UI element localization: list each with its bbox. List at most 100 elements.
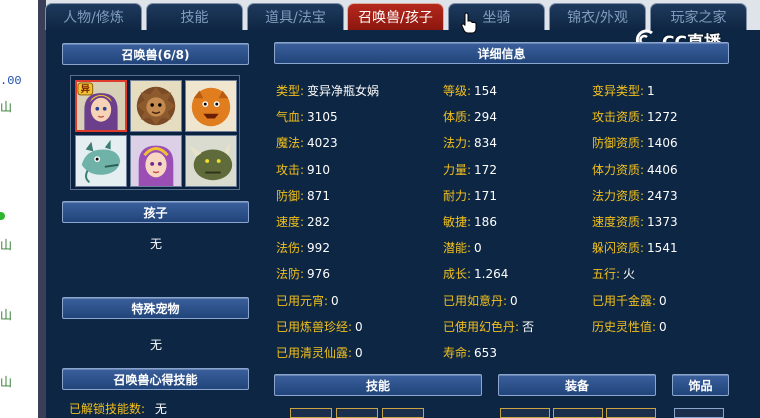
detail-item: 类型: 变异净瓶女娲: [276, 82, 379, 99]
pets-header: 召唤兽(6/8): [62, 43, 249, 65]
skill-slot[interactable]: [290, 408, 332, 418]
left-fragment-amount: .00: [0, 74, 22, 88]
detail-value: 0: [510, 293, 518, 308]
equipment-slot[interactable]: [606, 408, 656, 418]
detail-value: 3105: [307, 110, 338, 125]
detail-label: 速度:: [276, 215, 305, 229]
tab-pets[interactable]: 召唤兽/孩子: [347, 3, 444, 30]
detail-label: 躲闪资质:: [592, 241, 645, 256]
detail-item: 气血: 3105: [276, 108, 338, 125]
detail-value: 0: [659, 319, 667, 334]
left-fragment-char: 山: [0, 309, 13, 323]
pet-slot[interactable]: [185, 80, 237, 132]
detail-value: 0: [659, 293, 667, 308]
detail-label: 防御:: [276, 188, 305, 203]
left-fragment-char: 山: [0, 101, 13, 115]
accessory-subtab[interactable]: 饰品: [672, 374, 729, 396]
detail-value: 992: [307, 241, 330, 256]
child-value: 无: [150, 237, 163, 251]
detail-value: 0: [355, 319, 363, 334]
unlocked-skills-row: 已解锁技能数: 无: [69, 400, 167, 417]
detail-label: 体力资质:: [592, 162, 645, 177]
detail-value: 171: [474, 188, 497, 203]
detail-value: 653: [474, 346, 497, 360]
detail-value: 变异净瓶女娲: [307, 84, 380, 98]
skill-insight-header: 召唤兽心得技能: [62, 368, 249, 390]
detail-label: 攻击:: [276, 162, 305, 177]
skill-slot[interactable]: [382, 408, 424, 418]
detail-label: 五行:: [592, 267, 621, 282]
detail-value: 火: [623, 267, 636, 282]
detail-label: 成长:: [443, 267, 472, 282]
tab-items[interactable]: 道具/法宝: [247, 3, 344, 30]
detail-label: 法伤:: [276, 241, 305, 256]
detail-label: 防御资质:: [592, 136, 645, 151]
detail-item: 防御: 871: [276, 187, 330, 204]
variant-badge: 异: [81, 84, 90, 95]
tab-character[interactable]: 人物/修炼: [45, 3, 142, 30]
equipment-slot[interactable]: [500, 408, 550, 418]
detail-item: 躲闪资质: 1541: [592, 239, 678, 256]
equipment-subtab[interactable]: 装备: [498, 374, 656, 396]
detail-label: 法力:: [443, 136, 472, 151]
detail-item: 力量: 172: [443, 161, 497, 178]
detail-item: 等级: 154: [443, 82, 497, 99]
detail-item: 历史灵性值: 0: [592, 318, 667, 335]
detail-label: 已用如意丹:: [443, 293, 508, 308]
special-pet-value: 无: [150, 338, 163, 352]
left-fragment-char: 山: [0, 376, 13, 390]
pet-grid: 异: [70, 75, 240, 190]
accessory-slot[interactable]: [674, 408, 724, 418]
detail-label: 速度资质:: [592, 215, 645, 229]
detail-label: 法力资质:: [592, 188, 645, 203]
detail-value: 0: [331, 293, 339, 308]
equipment-slot[interactable]: [553, 408, 603, 418]
detail-value: 282: [307, 215, 330, 229]
tab-skills[interactable]: 技能: [146, 3, 243, 30]
detail-value: 1541: [647, 241, 678, 256]
detail-item: 已用千金露: 0: [592, 292, 667, 309]
detail-item: 已用清灵仙露: 0: [276, 344, 363, 361]
detail-item: 敏捷: 186: [443, 213, 497, 230]
pet-slot[interactable]: [130, 135, 182, 187]
detail-value: 4406: [647, 162, 678, 177]
pet-slot[interactable]: 异: [75, 80, 127, 132]
detail-value: 1373: [647, 215, 678, 229]
skills-subtab[interactable]: 技能: [274, 374, 482, 396]
detail-label: 已使用幻色丹:: [443, 319, 520, 334]
hand-cursor-icon: [461, 12, 477, 34]
detail-value: 154: [474, 84, 497, 98]
detail-value: 1272: [647, 110, 678, 125]
pet-slot[interactable]: [130, 80, 182, 132]
detail-label: 潜能:: [443, 241, 472, 256]
detail-value: 910: [307, 162, 330, 177]
detail-label: 类型:: [276, 84, 305, 98]
detail-value: 1406: [647, 136, 678, 151]
detail-value: 172: [474, 162, 497, 177]
detail-label: 寿命:: [443, 346, 472, 360]
skill-slot[interactable]: [336, 408, 378, 418]
pet-girl-horn-icon: 异: [77, 82, 125, 130]
detail-header: 详细信息: [274, 42, 729, 64]
detail-item: 寿命: 653: [443, 344, 497, 361]
detail-value: 0: [355, 346, 363, 360]
detail-value: 294: [474, 110, 497, 125]
detail-label: 历史灵性值:: [592, 319, 657, 334]
detail-value: 2473: [647, 188, 678, 203]
pet-slot[interactable]: [185, 135, 237, 187]
detail-item: 体质: 294: [443, 108, 497, 125]
detail-label: 已用千金露:: [592, 293, 657, 308]
pet-orange-beast-icon: [186, 81, 236, 131]
detail-label: 已用炼兽珍经:: [276, 319, 353, 334]
detail-value: 1.264: [474, 267, 509, 282]
detail-value: 4023: [307, 136, 338, 151]
detail-label: 已用元宵:: [276, 293, 329, 308]
green-dot-icon: [0, 212, 5, 220]
detail-value: 1: [647, 84, 655, 98]
detail-label: 耐力:: [443, 188, 472, 203]
detail-label: 变异类型:: [592, 84, 645, 98]
special-pet-header: 特殊宠物: [62, 297, 249, 319]
detail-value: 否: [522, 319, 535, 334]
pet-slot[interactable]: [75, 135, 127, 187]
detail-item: 法伤: 992: [276, 239, 330, 256]
